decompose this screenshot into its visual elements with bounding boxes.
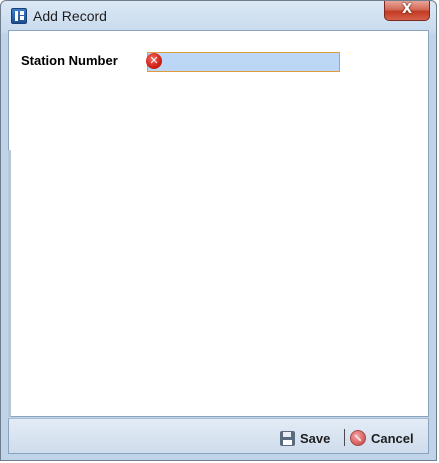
- cancel-icon: [350, 430, 366, 446]
- cancel-label: Cancel: [371, 430, 414, 446]
- button-separator: [344, 429, 345, 446]
- title-bar[interactable]: Add Record X: [1, 1, 436, 31]
- app-icon: [11, 8, 27, 24]
- error-icon: ✕: [146, 53, 162, 69]
- station-number-label: Station Number: [21, 53, 118, 68]
- window-title: Add Record: [33, 8, 107, 24]
- left-edge-shade: [8, 150, 11, 417]
- close-button[interactable]: X: [384, 1, 430, 21]
- cancel-button[interactable]: Cancel: [350, 429, 414, 447]
- station-number-input[interactable]: [147, 52, 340, 72]
- save-label: Save: [300, 430, 331, 446]
- disk-icon: [280, 430, 295, 446]
- footer-bar: Save Cancel: [8, 418, 429, 454]
- save-button[interactable]: Save: [280, 429, 330, 447]
- close-icon: X: [401, 2, 413, 17]
- form-area: [8, 30, 429, 417]
